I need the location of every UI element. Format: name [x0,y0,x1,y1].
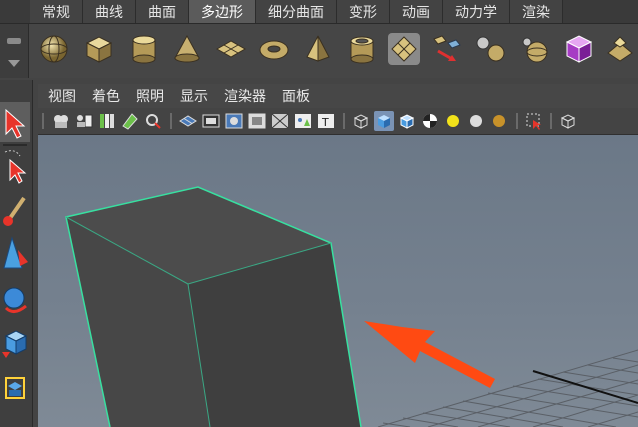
move-tool-icon[interactable] [0,234,30,274]
polygon-sphere-icon[interactable] [38,33,70,65]
menu-renderer[interactable]: 渲染器 [224,86,266,106]
scale-tool-icon[interactable] [0,322,30,362]
separate-icon[interactable] [474,33,506,65]
rotate-tool-icon[interactable] [0,278,30,318]
toolbar-divider [550,113,552,129]
viewport-scene [65,186,638,427]
menu-show[interactable]: 显示 [180,86,208,106]
paint-tool-icon[interactable] [0,190,30,230]
menu-panels[interactable]: 面板 [282,86,310,106]
perspective-viewport[interactable] [38,135,638,427]
2d-pan-zoom-icon[interactable] [143,111,163,131]
default-lighting-icon[interactable] [443,111,463,131]
image-plane-icon[interactable] [120,111,140,131]
tab-deformation[interactable]: 变形 [337,0,390,23]
bookmark-icon[interactable] [97,111,117,131]
smooth-shade-icon[interactable] [374,111,394,131]
gate-mask-icon[interactable] [247,111,267,131]
shelf-menu-icon[interactable] [8,60,20,67]
shelf-tabs-lead [0,0,30,23]
smooth-icon[interactable] [519,33,551,65]
textured-icon[interactable] [420,111,440,131]
extrude-icon[interactable] [604,33,636,65]
toolbox [0,80,33,427]
xray-icon[interactable] [558,111,578,131]
tab-subdiv[interactable]: 细分曲面 [256,0,337,23]
polygon-pyramid-icon[interactable] [302,33,334,65]
svg-text:T: T [321,116,329,129]
safe-title-icon[interactable]: T [316,111,336,131]
wireframe-icon[interactable] [351,111,371,131]
polygon-plane-icon[interactable] [215,33,247,65]
tab-animation[interactable]: 动画 [390,0,443,23]
polygon-cone-icon[interactable] [171,33,203,65]
tab-surfaces[interactable]: 曲面 [136,0,189,23]
film-gate-icon[interactable] [201,111,221,131]
panel-menu-bar: 视图 着色 照明 显示 渲染器 面板 [38,84,638,108]
manipulator-icon[interactable] [0,368,30,408]
tab-common[interactable]: 常规 [30,0,83,23]
panel-toolbar: T [38,108,638,135]
shelf-tabs: 常规 曲线 曲面 多边形 细分曲面 变形 动画 动力学 渲染 [0,0,638,24]
toolbar-divider [170,113,172,129]
tab-dynamics[interactable]: 动力学 [443,0,510,23]
field-chart-icon[interactable] [270,111,290,131]
tab-polygons[interactable]: 多边形 [189,0,256,23]
polygon-pipe-icon[interactable] [346,33,378,65]
all-lights-icon[interactable] [466,111,486,131]
shelf-options[interactable] [0,24,29,78]
tab-rendering[interactable]: 渲染 [510,0,563,23]
tab-curves[interactable]: 曲线 [83,0,136,23]
camera-icon[interactable] [51,111,71,131]
isolate-select-icon[interactable] [524,111,544,131]
polygon-torus-icon[interactable] [258,33,290,65]
red-arrow-icon [364,321,495,388]
ground-grid [377,349,638,427]
resolution-gate-icon[interactable] [224,111,244,131]
menu-shading[interactable]: 着色 [92,86,120,106]
select-tool-icon[interactable] [0,102,30,142]
polygon-cylinder-icon[interactable] [128,33,160,65]
menu-view[interactable]: 视图 [48,86,76,106]
lasso-tool-icon[interactable] [0,146,30,186]
menu-lighting[interactable]: 照明 [136,86,164,106]
grid-icon[interactable] [178,111,198,131]
shelf-tab-toggle-icon[interactable] [7,38,21,44]
toolbar-divider [42,113,44,129]
purple-cube-icon[interactable] [563,33,595,65]
shadows-icon[interactable] [489,111,509,131]
toolbar-divider [516,113,518,129]
polygon-cube-icon[interactable] [83,33,115,65]
toolbar-divider [343,113,345,129]
polygon-soccerball-icon[interactable] [388,33,420,65]
combine-icon[interactable] [430,33,462,65]
wireframe-on-shaded-icon[interactable] [397,111,417,131]
safe-action-icon[interactable] [293,111,313,131]
camera-attributes-icon[interactable] [74,111,94,131]
polygon-cube[interactable] [65,186,362,427]
